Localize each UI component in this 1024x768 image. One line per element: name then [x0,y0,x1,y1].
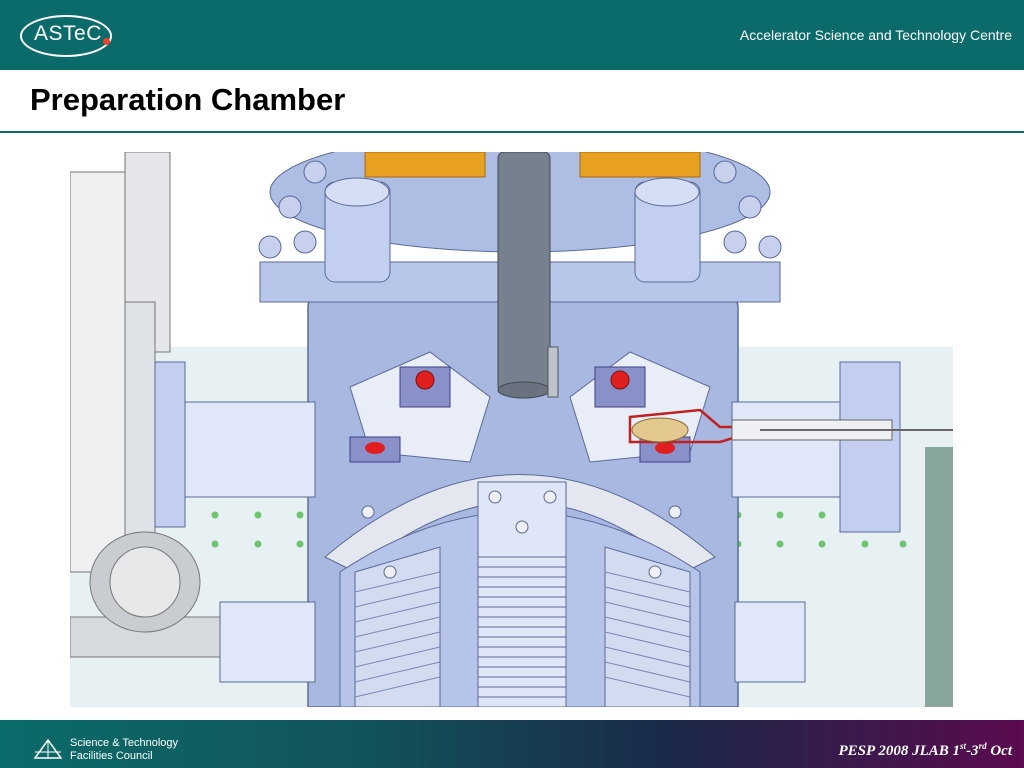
organization-name: Accelerator Science and Technology Centr… [739,27,1012,43]
preparation-chamber-cad-image [70,152,953,707]
event-month: Oct [986,743,1012,759]
title-divider [0,131,1024,133]
stfc-logo-text: Science & Technology Facilities Council [70,737,178,763]
header-bar: ASTeC Accelerator Science and Technology… [0,0,1024,70]
event-dash: -3 [966,743,979,759]
stfc-line2: Facilities Council [70,750,153,762]
event-citation: PESP 2008 JLAB 1st-3rd Oct [839,741,1013,760]
chamber-cad-drawing [70,152,953,707]
stfc-logo-icon [33,738,63,759]
event-sup2: rd [978,741,987,751]
event-name: PESP 2008 JLAB 1 [838,743,961,759]
astec-logo-dot [103,38,110,45]
stfc-line1: Science & Technology [70,737,179,749]
slide-title: Preparation Chamber [30,82,346,117]
astec-logo-text: ASTeC [34,22,102,45]
